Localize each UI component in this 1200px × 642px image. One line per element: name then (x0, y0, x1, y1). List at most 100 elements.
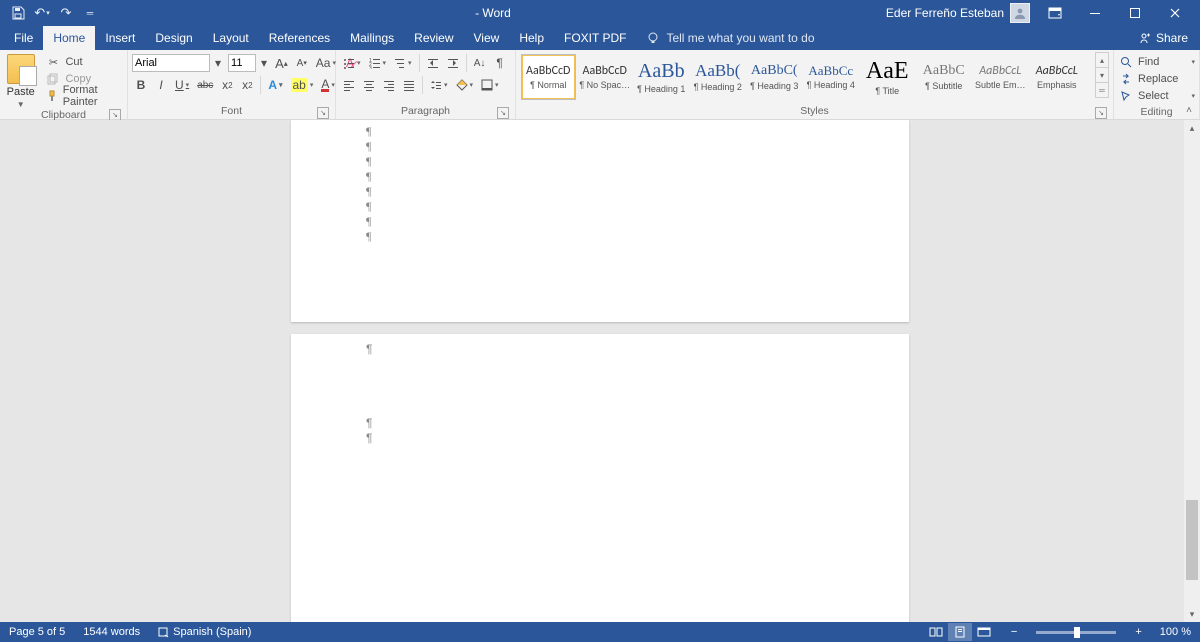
cursor-icon (1118, 88, 1134, 104)
more-styles-button[interactable]: ═ (1096, 82, 1108, 97)
print-layout-button[interactable] (948, 623, 972, 641)
page[interactable]: ¶¶¶¶¶¶¶¶ (291, 120, 909, 322)
customize-qat-button[interactable]: ═ (80, 3, 100, 23)
bold-button[interactable]: B (132, 76, 150, 94)
zoom-out-button[interactable]: − (1008, 622, 1020, 642)
format-painter-button[interactable]: Format Painter (45, 88, 123, 104)
font-name-dd[interactable]: ▾ (212, 54, 224, 72)
font-name-combo[interactable] (132, 54, 210, 72)
zoom-in-button[interactable]: + (1132, 622, 1144, 642)
shrink-font-button[interactable]: A▾ (293, 54, 311, 72)
highlight-button[interactable]: ab (288, 76, 317, 94)
style-item[interactable]: AaBbCcLEmphasis (1030, 54, 1085, 100)
ribbon-display-options-button[interactable] (1040, 3, 1070, 23)
paste-icon (7, 54, 35, 84)
font-color-button[interactable]: A (318, 76, 338, 94)
tab-help[interactable]: Help (509, 26, 554, 50)
tab-insert[interactable]: Insert (95, 26, 145, 50)
text-effects-button[interactable]: A (265, 76, 285, 94)
tab-view[interactable]: View (464, 26, 510, 50)
chevron-down-icon[interactable]: ▾ (1096, 67, 1108, 82)
increase-indent-button[interactable] (444, 54, 462, 72)
styles-scroll[interactable]: ▴ ▾ ═ (1095, 52, 1109, 98)
tab-foxitpdf[interactable]: FOXIT PDF (554, 26, 636, 50)
word-count-status[interactable]: 1544 words (80, 622, 143, 642)
align-left-button[interactable] (340, 76, 358, 94)
multilevel-list-button[interactable] (391, 54, 415, 72)
paste-button[interactable]: Paste ▼ (4, 52, 37, 109)
copy-button[interactable]: Copy (45, 71, 123, 87)
borders-button[interactable] (478, 76, 502, 94)
numbering-button[interactable]: 123 (366, 54, 390, 72)
scroll-up-icon[interactable]: ▴ (1184, 120, 1200, 136)
strikethrough-button[interactable]: abc (194, 76, 216, 94)
styles-gallery[interactable]: AaBbCcD¶ NormalAaBbCcD¶ No Spac…AaBb¶ He… (520, 52, 1085, 100)
bullets-button[interactable] (340, 54, 364, 72)
tab-layout[interactable]: Layout (203, 26, 259, 50)
decrease-indent-button[interactable] (424, 54, 442, 72)
style-item[interactable]: AaBb¶ Heading 1 (634, 54, 689, 100)
tab-mailings[interactable]: Mailings (340, 26, 404, 50)
tab-home[interactable]: Home (43, 26, 95, 50)
show-hide-button[interactable]: ¶ (491, 54, 509, 72)
scroll-thumb[interactable] (1186, 500, 1198, 580)
sort-button[interactable]: A↓ (471, 54, 489, 72)
grow-font-button[interactable]: A▴ (272, 54, 291, 72)
style-item[interactable]: AaBbCcD¶ Normal (521, 54, 576, 100)
page-number-status[interactable]: Page 5 of 5 (6, 622, 68, 642)
status-bar: Page 5 of 5 1544 words Spanish (Spain) −… (0, 622, 1200, 642)
style-item[interactable]: AaBbC¶ Subtitle (917, 54, 972, 100)
style-item[interactable]: AaBbCcD¶ No Spac… (578, 54, 633, 100)
align-right-button[interactable] (380, 76, 398, 94)
font-dialog-launcher[interactable]: ↘ (317, 107, 329, 119)
find-button[interactable]: Find▾ (1118, 54, 1195, 70)
tab-review[interactable]: Review (404, 26, 463, 50)
underline-button[interactable]: U (172, 76, 192, 94)
window-title: - Word (100, 6, 886, 20)
maximize-button[interactable] (1120, 3, 1150, 23)
redo-button[interactable]: ↷ (56, 3, 76, 23)
style-item[interactable]: AaBb(¶ Heading 2 (691, 54, 746, 100)
superscript-button[interactable]: x2 (238, 76, 256, 94)
align-center-button[interactable] (360, 76, 378, 94)
chevron-up-icon[interactable]: ▴ (1096, 53, 1108, 67)
document-pages[interactable]: ¶¶¶¶¶¶¶¶ ¶ ¶¶ (0, 120, 1200, 622)
minimize-button[interactable] (1080, 3, 1110, 23)
scroll-down-icon[interactable]: ▾ (1184, 606, 1200, 622)
shading-button[interactable] (453, 76, 477, 94)
undo-button[interactable]: ↶▾ (32, 3, 52, 23)
line-spacing-button[interactable] (427, 76, 451, 94)
paragraph-dialog-launcher[interactable]: ↘ (497, 107, 509, 119)
tab-references[interactable]: References (259, 26, 340, 50)
web-layout-button[interactable] (972, 623, 996, 641)
font-size-combo[interactable] (228, 54, 256, 72)
zoom-slider[interactable] (1036, 631, 1116, 634)
close-button[interactable] (1160, 3, 1190, 23)
vertical-scrollbar[interactable]: ▴ ▾ (1184, 120, 1200, 622)
style-item[interactable]: AaBbCcLSubtle Em… (973, 54, 1028, 100)
collapse-ribbon-button[interactable]: ˄ (1182, 103, 1196, 117)
share-label: Share (1156, 31, 1188, 45)
save-button[interactable] (8, 3, 28, 23)
tab-design[interactable]: Design (145, 26, 202, 50)
account-area[interactable]: Eder Ferreño Esteban (886, 3, 1030, 23)
tell-me-search[interactable]: Tell me what you want to do (646, 31, 814, 45)
page[interactable]: ¶ ¶¶ (291, 334, 909, 622)
zoom-thumb[interactable] (1074, 627, 1080, 638)
italic-button[interactable]: I (152, 76, 170, 94)
tab-file[interactable]: File (4, 26, 43, 50)
share-button[interactable]: Share (1131, 26, 1196, 50)
font-size-dd[interactable]: ▾ (258, 54, 270, 72)
zoom-level-button[interactable]: 100 % (1157, 622, 1194, 642)
select-button[interactable]: Select▾ (1118, 88, 1195, 104)
language-status[interactable]: Spanish (Spain) (155, 622, 254, 642)
replace-button[interactable]: Replace (1118, 71, 1195, 87)
styles-dialog-launcher[interactable]: ↘ (1095, 107, 1107, 119)
justify-button[interactable] (400, 76, 418, 94)
subscript-button[interactable]: x2 (218, 76, 236, 94)
style-item[interactable]: AaBbCc¶ Heading 4 (804, 54, 859, 100)
read-mode-button[interactable] (924, 623, 948, 641)
cut-button[interactable]: ✂ Cut (45, 54, 123, 70)
style-item[interactable]: AaE¶ Title (860, 54, 915, 100)
style-item[interactable]: AaBbC(¶ Heading 3 (747, 54, 802, 100)
